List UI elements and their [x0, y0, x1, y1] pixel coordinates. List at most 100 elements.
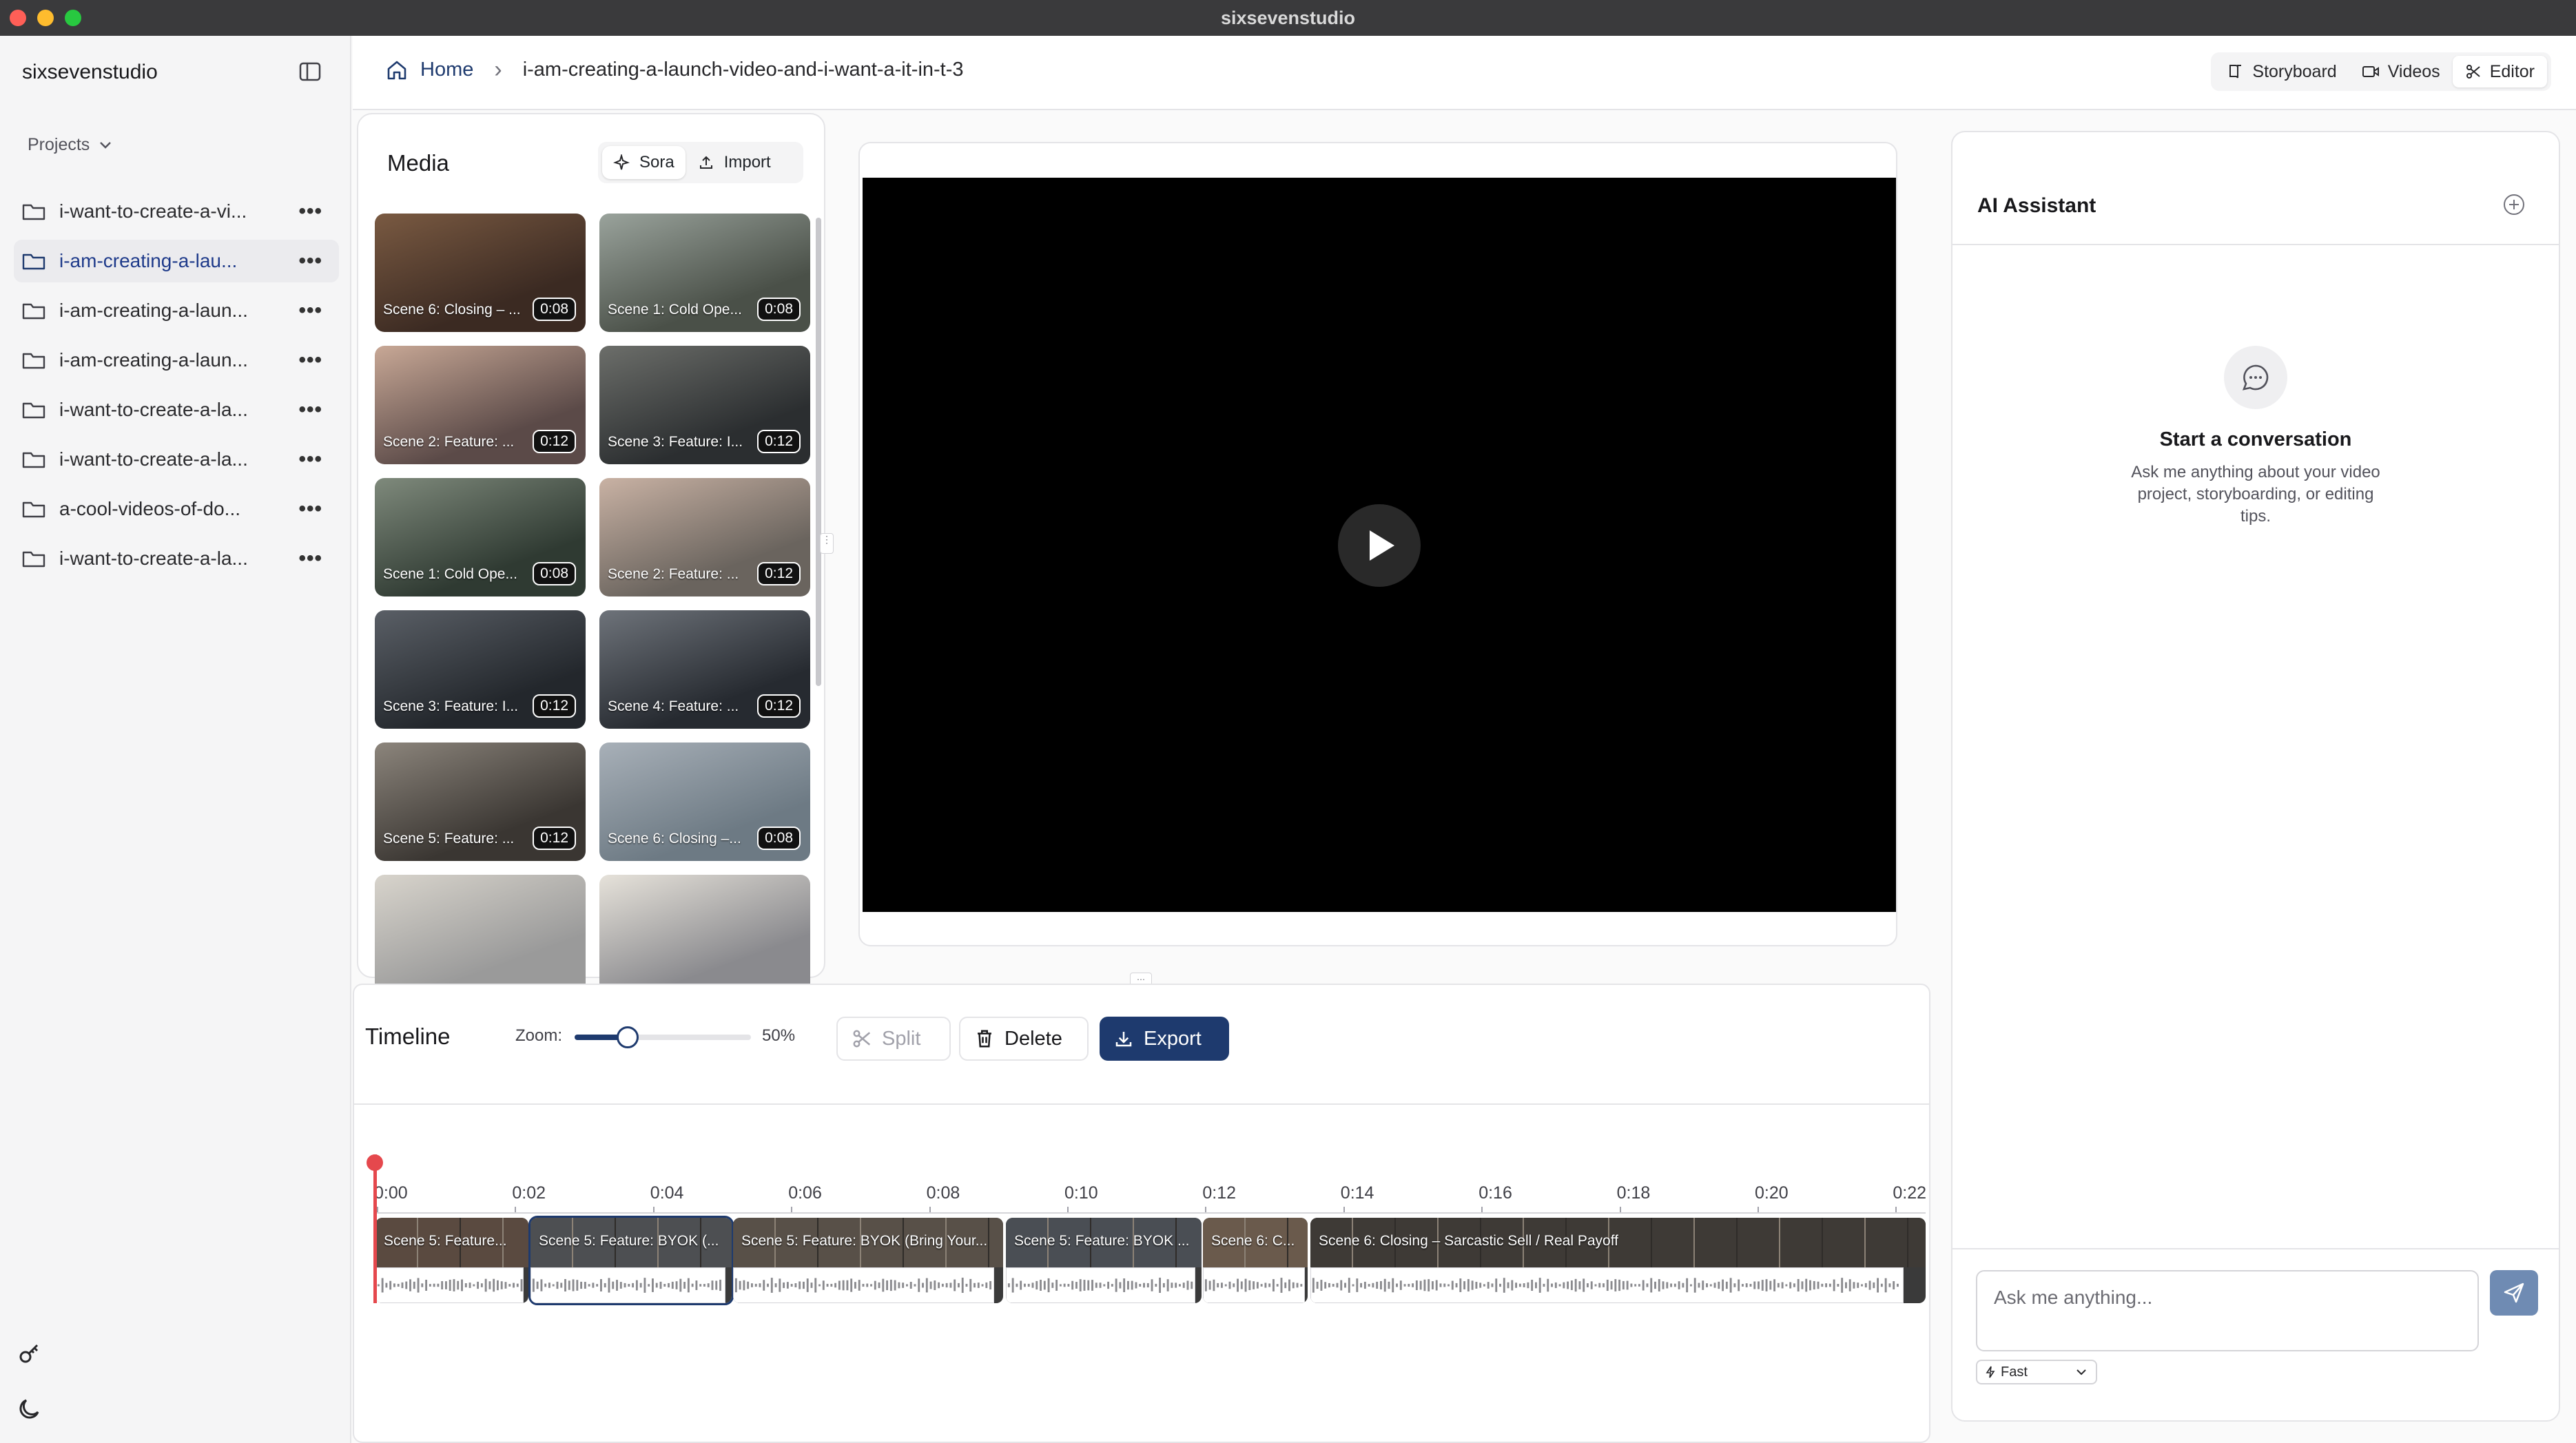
window-title: sixsevenstudio — [1220, 8, 1356, 28]
more-options-icon[interactable]: ••• — [298, 249, 322, 273]
timeline-clip[interactable]: Scene 6: Closing – Sarcastic Sell / Real… — [1310, 1218, 1926, 1303]
dark-mode-moon-icon[interactable] — [18, 1395, 43, 1420]
sidebar-project-item[interactable]: i-want-to-create-a-la... ••• — [14, 438, 339, 481]
new-chat-plus-icon[interactable] — [2502, 193, 2526, 216]
scissors-icon — [2466, 65, 2480, 79]
zoom-percent: 50% — [762, 1026, 796, 1045]
zoom-window-button[interactable] — [65, 10, 81, 26]
playhead-line[interactable] — [373, 1154, 377, 1303]
media-clip-duration: 0:12 — [533, 430, 576, 453]
lightning-icon — [1986, 1366, 1995, 1378]
ruler-tick-label: 0:16 — [1478, 1183, 1512, 1203]
split-button[interactable]: Split — [836, 1017, 951, 1061]
project-label: i-am-creating-a-laun... — [59, 300, 248, 321]
empty-state-line-2: project, storyboarding, or editing — [2137, 485, 2374, 504]
media-clip-thumbnail[interactable]: Scene 1: Cold Ope... 0:08 — [375, 478, 586, 596]
sidebar-project-item[interactable]: i-want-to-create-a-vi... ••• — [14, 190, 339, 233]
project-label: i-want-to-create-a-la... — [59, 399, 248, 420]
zoom-slider-thumb[interactable] — [616, 1026, 639, 1048]
more-options-icon[interactable]: ••• — [298, 398, 322, 422]
media-clip-caption: Scene 2: Feature: ... — [608, 566, 739, 582]
sidebar-project-item[interactable]: a-cool-videos-of-do... ••• — [14, 488, 339, 530]
media-clip-duration: 0:12 — [533, 827, 576, 850]
media-clip-thumbnail[interactable]: Scene 3: Feature: I... 0:12 — [599, 346, 810, 464]
send-button[interactable] — [2490, 1270, 2538, 1316]
folder-icon — [22, 253, 45, 270]
media-clip-duration: 0:12 — [533, 694, 576, 718]
more-options-icon[interactable]: ••• — [298, 497, 322, 521]
clip-label: Scene 5: Feature... — [384, 1233, 507, 1249]
clip-waveform — [1310, 1267, 1904, 1303]
upload-icon — [699, 156, 712, 169]
projects-header[interactable]: Projects — [28, 135, 113, 155]
folder-icon — [22, 501, 45, 518]
export-button[interactable]: Export — [1100, 1017, 1229, 1061]
media-clip-thumbnail[interactable]: Scene 1: Cold Ope... 0:08 — [599, 214, 810, 332]
clip-label: Scene 5: Feature: BYOK (Bring Your... — [741, 1233, 988, 1249]
tab-editor-label: Editor — [2489, 61, 2535, 81]
video-icon — [2362, 66, 2379, 77]
minimize-window-button[interactable] — [37, 10, 54, 26]
project-label: i-am-creating-a-lau... — [59, 250, 238, 271]
ruler-tick-label: 0:06 — [788, 1183, 822, 1203]
zoom-label: Zoom: — [515, 1026, 563, 1045]
panel-resize-handle[interactable]: ⋮ — [820, 533, 834, 554]
window-titlebar: sixsevenstudio — [0, 0, 2576, 36]
delete-label: Delete — [1004, 1027, 1062, 1050]
media-clip-thumbnail[interactable]: Scene 5: Feature: ... 0:12 — [375, 743, 586, 861]
timeline-clip[interactable]: Scene 5: Feature... — [375, 1218, 528, 1303]
chat-bubble-icon — [2242, 364, 2269, 391]
timeline-clip[interactable]: Scene 5: Feature: BYOK ... — [1006, 1218, 1202, 1303]
media-clip-thumbnail[interactable]: Scene 6: Closing – ... 0:08 — [375, 214, 586, 332]
view-tabs: Storyboard Videos Editor — [2211, 52, 2551, 91]
media-clip-thumbnail[interactable]: Scene 2: Feature: ... 0:12 — [599, 478, 810, 596]
sidebar-toggle-icon[interactable] — [299, 62, 321, 81]
media-clip-thumbnail[interactable] — [599, 875, 810, 993]
media-clip-thumbnail[interactable] — [375, 875, 586, 993]
delete-button[interactable]: Delete — [959, 1017, 1089, 1061]
breadcrumb-home[interactable]: Home — [420, 59, 473, 81]
tab-videos[interactable]: Videos — [2349, 56, 2453, 87]
project-label: a-cool-videos-of-do... — [59, 498, 241, 519]
media-clip-caption: Scene 1: Cold Ope... — [608, 302, 742, 318]
tab-storyboard[interactable]: Storyboard — [2215, 56, 2349, 87]
media-actions: Sora Import — [598, 142, 803, 183]
media-clip-thumbnail[interactable]: Scene 2: Feature: ... 0:12 — [375, 346, 586, 464]
play-button[interactable] — [1338, 504, 1421, 587]
mode-select[interactable]: Fast — [1976, 1360, 2097, 1384]
media-clip-caption: Scene 3: Feature: I... — [608, 434, 743, 450]
chat-input[interactable]: Ask me anything... — [1976, 1270, 2479, 1351]
sidebar-project-item[interactable]: i-am-creating-a-laun... ••• — [14, 289, 339, 332]
media-clip-thumbnail[interactable]: Scene 3: Feature: I... 0:12 — [375, 610, 586, 729]
media-clip-thumbnail[interactable]: Scene 4: Feature: ... 0:12 — [599, 610, 810, 729]
timeline-clip[interactable]: Scene 6: C... — [1203, 1218, 1308, 1303]
more-options-icon[interactable]: ••• — [298, 448, 322, 471]
more-options-icon[interactable]: ••• — [298, 349, 322, 372]
home-icon[interactable] — [386, 59, 408, 81]
import-button[interactable]: Import — [690, 146, 779, 179]
empty-state-line-1: Ask me anything about your video — [2131, 463, 2380, 481]
zoom-slider[interactable] — [575, 1026, 751, 1048]
more-options-icon[interactable]: ••• — [298, 547, 322, 570]
video-preview[interactable] — [863, 178, 1896, 912]
sidebar-project-item[interactable]: i-am-creating-a-lau... ••• — [14, 240, 339, 282]
sidebar-project-item[interactable]: i-want-to-create-a-la... ••• — [14, 537, 339, 580]
media-clip-caption: Scene 1: Cold Ope... — [383, 566, 517, 582]
tab-editor[interactable]: Editor — [2452, 56, 2547, 87]
sidebar-project-item[interactable]: i-am-creating-a-laun... ••• — [14, 339, 339, 382]
chat-bubble-icon-wrap — [2224, 346, 2287, 409]
media-scrollbar[interactable] — [816, 218, 821, 686]
sidebar-project-item[interactable]: i-want-to-create-a-la... ••• — [14, 388, 339, 431]
media-clip-duration: 0:08 — [757, 298, 801, 321]
timeline-clip[interactable]: Scene 5: Feature: BYOK (... — [528, 1216, 734, 1305]
playhead-handle[interactable] — [367, 1154, 383, 1171]
close-window-button[interactable] — [10, 10, 26, 26]
more-options-icon[interactable]: ••• — [298, 200, 322, 223]
key-icon[interactable] — [17, 1339, 44, 1367]
more-options-icon[interactable]: ••• — [298, 299, 322, 322]
chat-input-placeholder: Ask me anything... — [1994, 1287, 2153, 1308]
sora-button[interactable]: Sora — [602, 146, 686, 179]
media-clip-thumbnail[interactable]: Scene 6: Closing –... 0:08 — [599, 743, 810, 861]
scissors-icon — [853, 1030, 871, 1048]
timeline-clip[interactable]: Scene 5: Feature: BYOK (Bring Your... — [733, 1218, 1003, 1303]
